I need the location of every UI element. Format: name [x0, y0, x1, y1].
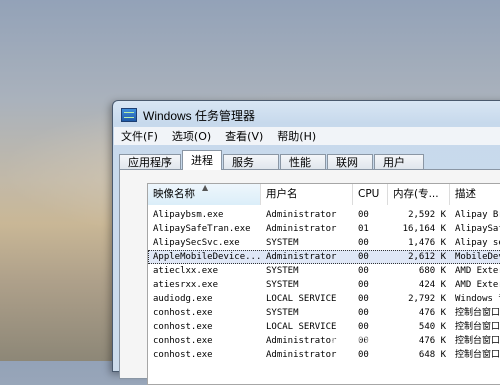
process-row[interactable]: Alipaybsm.exe Administrator 00 2,592 K Alipa… — [148, 208, 500, 222]
process-description: AlipaySaf — [455, 224, 500, 234]
process-memory: 16,164 K — [402, 224, 446, 234]
column-image-name[interactable]: ▲ 映像名称 — [148, 184, 261, 205]
task-manager-window: Windows 任务管理器 文件(F) 选项(O) 查看(V) 帮助(H) 应用… — [112, 100, 500, 385]
menu-view[interactable]: 查看(V) — [218, 128, 270, 144]
process-user: SYSTEM — [266, 308, 299, 318]
tab-applications[interactable]: 应用程序 — [119, 154, 181, 170]
process-cpu: 01 — [358, 224, 369, 234]
tab-networking[interactable]: 联网 — [327, 154, 373, 170]
process-description: Alipay se — [455, 238, 500, 248]
process-row[interactable]: atieclxx.exe SYSTEM 00 680 K AMD Exter — [148, 264, 500, 278]
column-description[interactable]: 描述 — [450, 184, 500, 205]
process-user: SYSTEM — [266, 266, 299, 276]
process-name: conhost.exe — [153, 336, 213, 346]
process-name: AppleMobileDevice... — [153, 252, 261, 262]
tab-processes[interactable]: 进程 — [182, 150, 222, 170]
process-memory: 424 K — [418, 280, 446, 290]
process-row[interactable]: AlipaySafeTran.exe Administrator 01 16,164 … — [148, 222, 500, 236]
process-user: Administrator — [266, 224, 337, 234]
process-row[interactable]: conhost.exe Administrator 00 648 K 控制台窗口 — [148, 348, 500, 362]
process-row[interactable]: AppleMobileDevice... Administrator 00 2,612… — [148, 250, 500, 264]
process-cpu: 00 — [358, 280, 369, 290]
process-cpu: 00 — [358, 294, 369, 304]
task-manager-icon — [121, 108, 137, 122]
process-row[interactable]: atiesrxx.exe SYSTEM 00 424 K AMD Exter — [148, 278, 500, 292]
process-memory: 1,476 K — [408, 238, 446, 248]
column-memory[interactable]: 内存(专... — [388, 184, 450, 205]
process-cpu: 00 — [358, 266, 369, 276]
process-row[interactable]: audiodg.exe LOCAL SERVICE 00 2,792 K Windows… — [148, 292, 500, 306]
menu-bar: 文件(F) 选项(O) 查看(V) 帮助(H) — [114, 127, 500, 145]
process-user: Administrator — [266, 210, 337, 220]
process-row[interactable]: conhost.exe Administrator 00 476 K 控制台窗口 — [148, 334, 500, 348]
watermark-text: Baidu — [354, 325, 422, 350]
process-memory: 2,612 K — [408, 252, 446, 262]
menu-file[interactable]: 文件(F) — [114, 128, 165, 144]
process-cpu: 00 — [358, 210, 369, 220]
process-cpu: 00 — [358, 238, 369, 248]
column-user-name[interactable]: 用户名 — [261, 184, 353, 205]
process-name: conhost.exe — [153, 350, 213, 360]
process-description: 控制台窗口 — [455, 308, 500, 318]
tab-strip: 应用程序 进程 服务 性能 联网 用户 — [119, 149, 425, 170]
process-row[interactable]: conhost.exe LOCAL SERVICE 00 540 K 控制台窗口 — [148, 320, 500, 334]
process-user: SYSTEM — [266, 238, 299, 248]
process-list[interactable]: ▲ 映像名称 用户名 CPU 内存(专... 描述 Alipaybsm.exe A… — [147, 183, 500, 385]
process-name: conhost.exe — [153, 308, 213, 318]
process-description: 控制台窗口 — [455, 350, 500, 360]
process-memory: 2,792 K — [408, 294, 446, 304]
process-cpu: 00 — [358, 252, 369, 262]
process-memory: 2,592 K — [408, 210, 446, 220]
process-name: audiodg.exe — [153, 294, 213, 304]
tab-services[interactable]: 服务 — [223, 154, 279, 170]
process-name: Alipaybsm.exe — [153, 210, 224, 220]
menu-options[interactable]: 选项(O) — [165, 128, 218, 144]
process-description: 控制台窗口 — [455, 322, 500, 332]
tab-users[interactable]: 用户 — [374, 154, 424, 170]
title-bar[interactable]: Windows 任务管理器 — [121, 107, 255, 123]
process-list-header: ▲ 映像名称 用户名 CPU 内存(专... 描述 — [148, 184, 500, 205]
window-title: Windows 任务管理器 — [143, 108, 256, 123]
process-row[interactable]: conhost.exe SYSTEM 00 476 K 控制台窗口 — [148, 306, 500, 320]
column-image-name-label: 映像名称 — [153, 188, 195, 200]
process-user: SYSTEM — [266, 280, 299, 290]
menu-help[interactable]: 帮助(H) — [270, 128, 323, 144]
processes-panel: ▲ 映像名称 用户名 CPU 内存(专... 描述 Alipaybsm.exe A… — [119, 169, 500, 385]
baidu-watermark: ✿ Baidu — [330, 325, 422, 350]
process-name: atieclxx.exe — [153, 266, 219, 276]
process-memory: 680 K — [418, 266, 446, 276]
process-user: Administrator — [266, 252, 337, 262]
process-description: 控制台窗口 — [455, 336, 500, 346]
column-cpu[interactable]: CPU — [353, 184, 388, 205]
sort-ascending-icon: ▲ — [202, 184, 209, 192]
process-description: AMD Exter — [455, 280, 500, 290]
process-name: conhost.exe — [153, 322, 213, 332]
process-cpu: 00 — [358, 308, 369, 318]
process-user: LOCAL SERVICE — [266, 294, 337, 304]
tab-performance[interactable]: 性能 — [280, 154, 326, 170]
process-name: AlipaySecSvc.exe — [153, 238, 240, 248]
process-row[interactable]: AlipaySecSvc.exe SYSTEM 00 1,476 K Alipay se — [148, 236, 500, 250]
process-name: AlipaySafeTran.exe — [153, 224, 251, 234]
process-name: atiesrxx.exe — [153, 280, 219, 290]
process-memory: 476 K — [418, 308, 446, 318]
process-description: Alipay Br — [455, 210, 500, 220]
process-description: MobileDev — [455, 252, 500, 262]
process-description: Windows 音 — [455, 294, 500, 304]
process-description: AMD Exter — [455, 266, 500, 276]
